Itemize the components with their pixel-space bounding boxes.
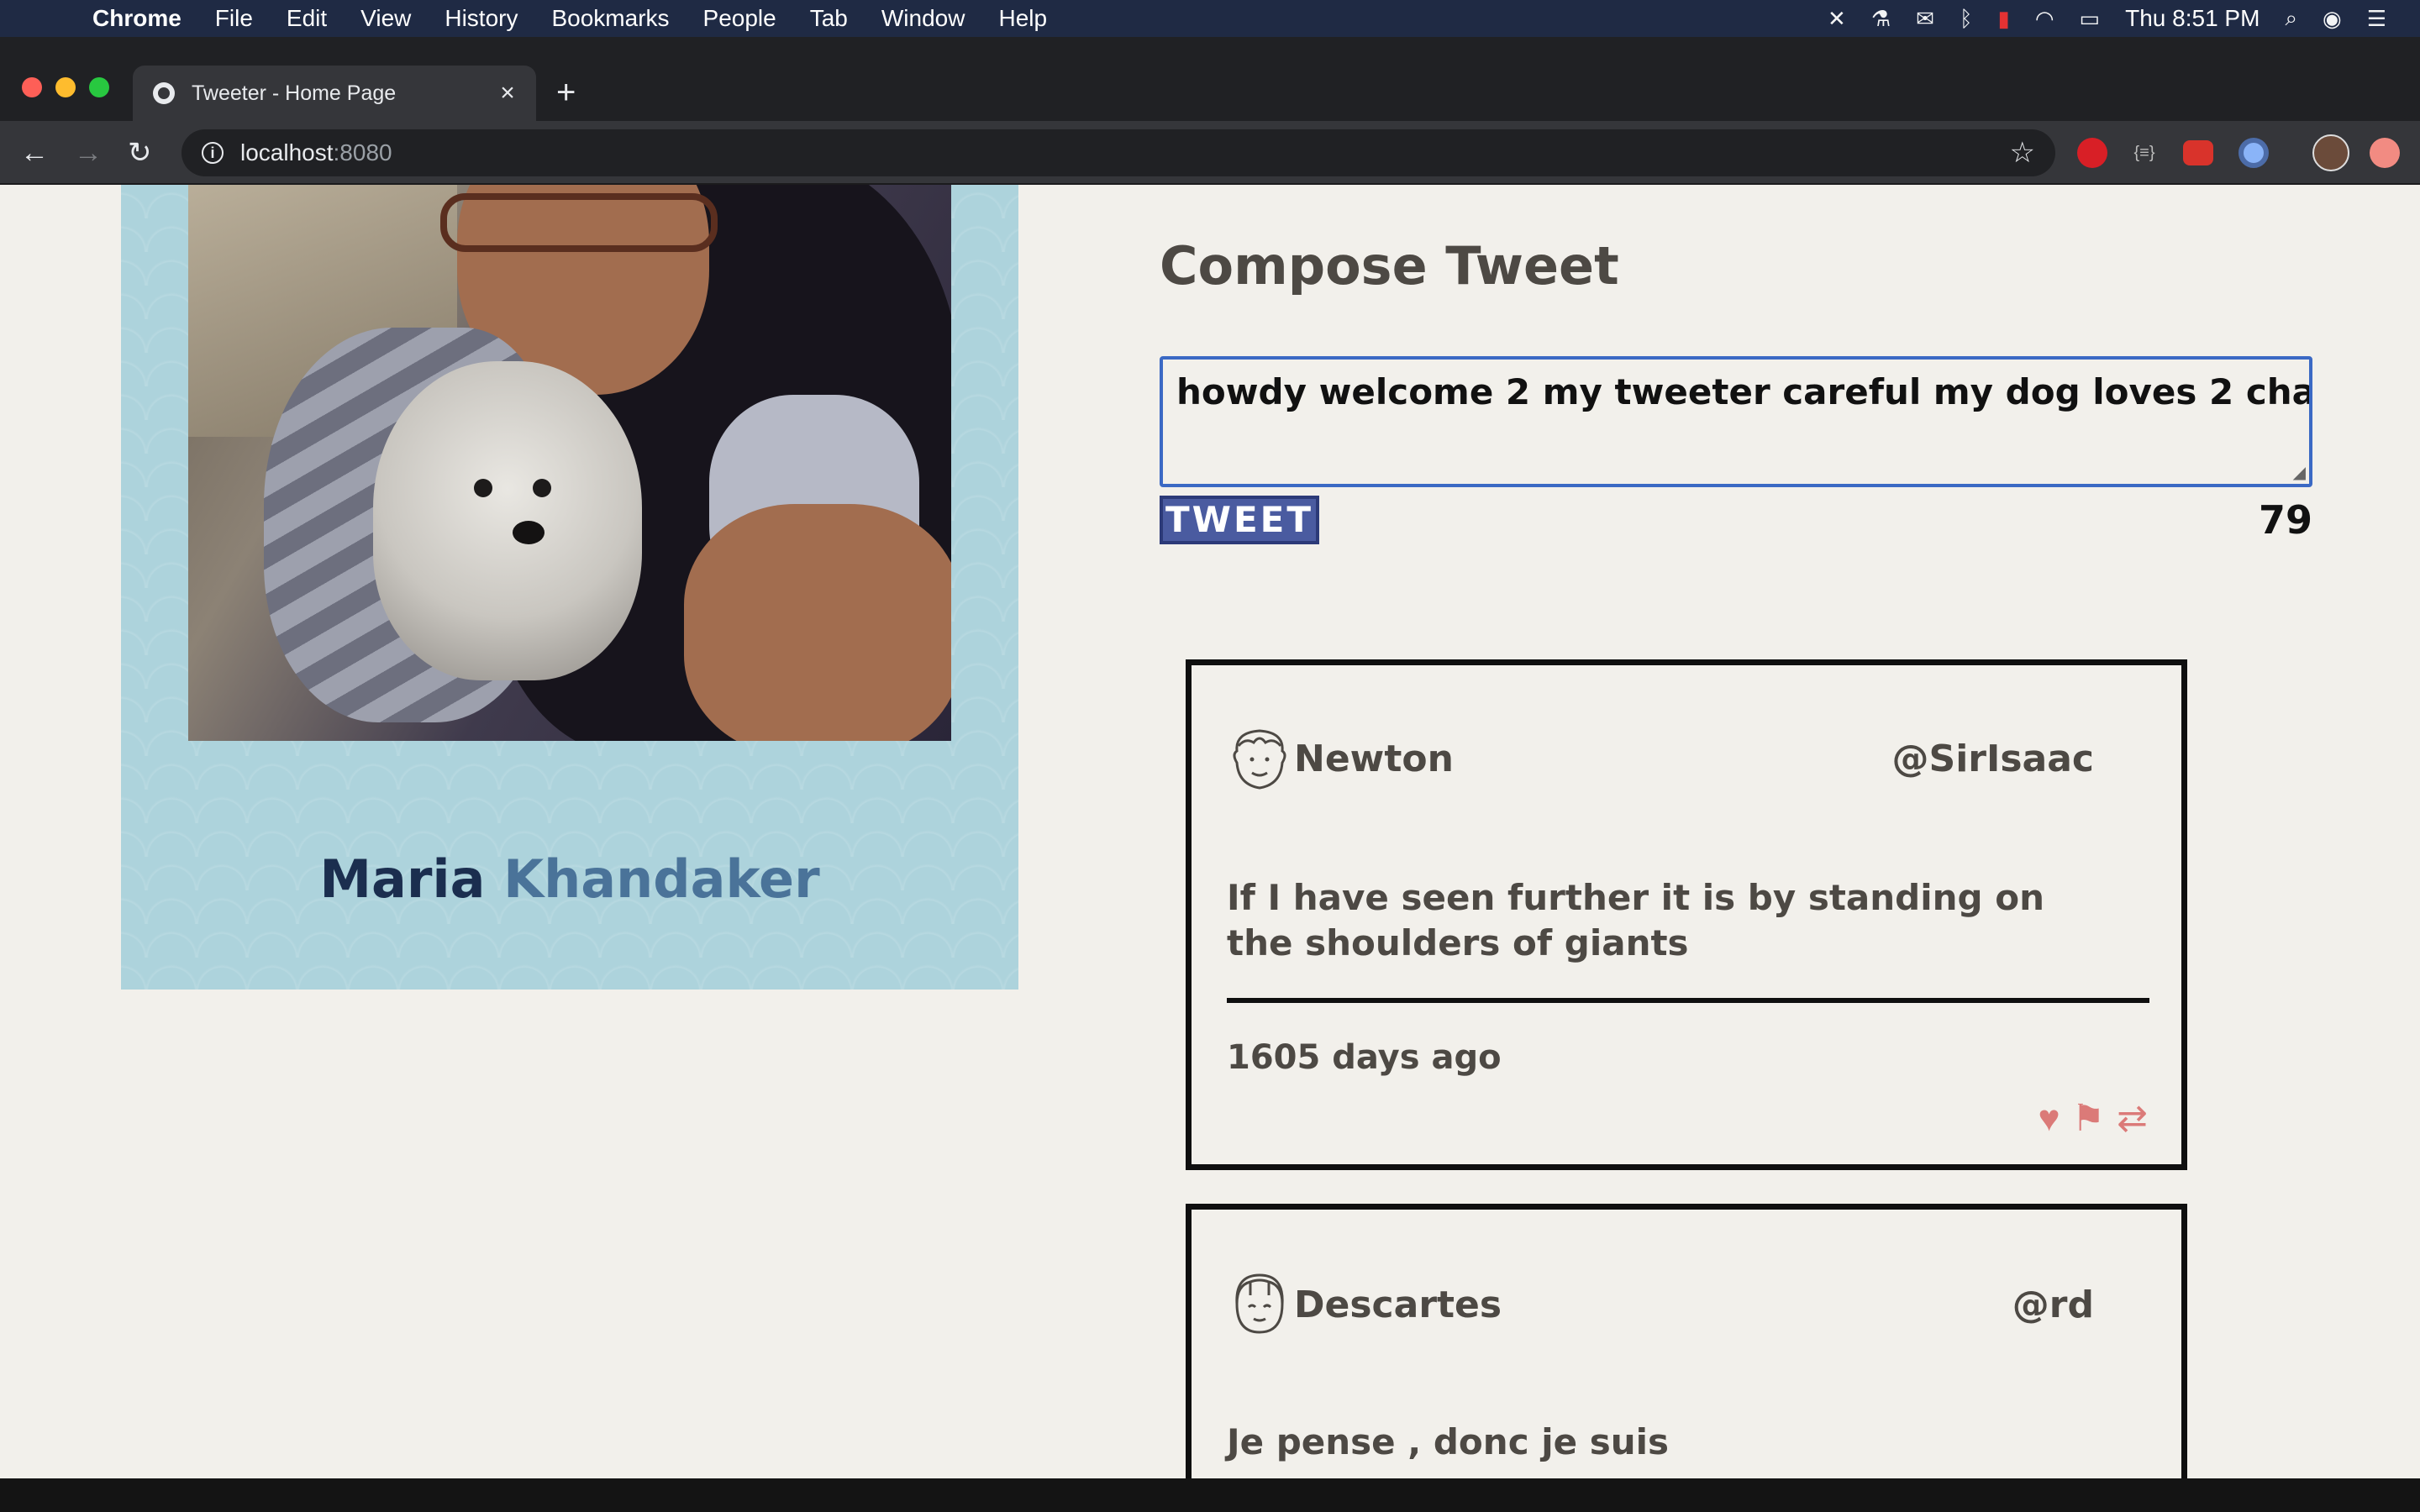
photo-dog: [373, 361, 642, 680]
tweet-timestamp: 1605 days ago: [1227, 1038, 1502, 1077]
newton-avatar-icon: [1233, 729, 1286, 790]
flag-icon[interactable]: ⚑: [2072, 1099, 2105, 1139]
tweet-handle[interactable]: @rd: [2012, 1284, 2094, 1326]
tweet-textarea[interactable]: howdy welcome 2 my tweeter careful my do…: [1160, 356, 2312, 487]
menu-people[interactable]: People: [703, 5, 776, 32]
resize-grip-icon[interactable]: ◢: [2293, 462, 2306, 482]
url-host: localhost: [240, 139, 334, 165]
battery-icon[interactable]: ▭: [2080, 6, 2101, 32]
retweet-icon[interactable]: ⇄: [2117, 1099, 2148, 1139]
profile-first-name: Maria: [319, 848, 486, 910]
browser-tab-active[interactable]: Tweeter - Home Page ×: [133, 66, 536, 121]
mute-icon[interactable]: ✕: [1828, 6, 1846, 32]
photo-hand: [684, 504, 951, 741]
menu-edit[interactable]: Edit: [287, 5, 327, 32]
profile-last-name: Khandaker: [503, 848, 820, 910]
profile-name: Maria Khandaker: [121, 848, 1018, 910]
photo-dog-nose: [513, 521, 544, 544]
compose-title: Compose Tweet: [1160, 235, 1619, 297]
bluetooth-icon[interactable]: ᛒ: [1960, 6, 1973, 32]
wifi-icon[interactable]: ◠: [2035, 6, 2054, 32]
menu-tab[interactable]: Tab: [810, 5, 848, 32]
profile-avatar[interactable]: [2312, 134, 2349, 171]
window-zoom-button[interactable]: [89, 77, 109, 97]
flask-icon[interactable]: ⚗: [1871, 6, 1891, 32]
json-formatter-extension-icon[interactable]: {≡}: [2129, 138, 2160, 168]
tweet-body: If I have seen further it is by standing…: [1227, 877, 2044, 963]
tweet-text: howdy welcome 2 my tweeter careful my do…: [1176, 371, 2312, 412]
tweet-button[interactable]: TWEET: [1160, 496, 1319, 544]
page-viewport: Maria Khandaker Compose Tweet howdy welc…: [0, 185, 2420, 1478]
tweet-author[interactable]: Newton: [1294, 738, 1454, 780]
tab-title: Tweeter - Home Page: [192, 81, 397, 105]
menu-history[interactable]: History: [445, 5, 518, 32]
back-button[interactable]: ←: [20, 136, 49, 170]
window-minimize-button[interactable]: [55, 77, 76, 97]
menu-bookmarks[interactable]: Bookmarks: [551, 5, 669, 32]
tweet-divider: [1227, 998, 2149, 1003]
canada-flag-icon[interactable]: ▮: [1998, 6, 2010, 32]
tweet-author[interactable]: Descartes: [1294, 1284, 1502, 1326]
new-tab-button[interactable]: +: [556, 76, 576, 109]
browser-tabstrip: Tweeter - Home Page × +: [0, 37, 2420, 121]
window-close-button[interactable]: [22, 77, 42, 97]
menubar-clock[interactable]: Thu 8:51 PM: [2125, 5, 2260, 32]
menubar-status-area: ✕ ⚗ ✉ ᛒ ▮ ◠ ▭ Thu 8:51 PM ⌕ ◉ ☰: [1828, 5, 2420, 32]
tweet-actions: ♥ ⚑ ⇄: [2039, 1099, 2148, 1139]
macos-menubar: Chrome File Edit View History Bookmarks …: [0, 0, 2420, 37]
mail-icon[interactable]: ✉: [1916, 6, 1934, 32]
tweet-handle[interactable]: @SirIsaac: [1892, 738, 2095, 780]
profile-panel: Maria Khandaker: [121, 185, 1018, 990]
profile-photo: [188, 185, 951, 741]
notification-center-icon[interactable]: ☰: [2367, 6, 2386, 32]
camera-extension-icon[interactable]: [2238, 138, 2269, 168]
spotlight-search-icon[interactable]: ⌕: [2285, 5, 2297, 32]
photo-dog-eye: [533, 479, 551, 497]
url-port: :8080: [333, 139, 392, 165]
screen-bottom-edge: [0, 1478, 2420, 1512]
site-info-icon[interactable]: i: [202, 142, 224, 164]
tab-close-icon[interactable]: ×: [491, 79, 524, 108]
globe-icon: [153, 82, 175, 104]
browser-toolbar: ← → ↻ i localhost:8080 ☆ {≡}: [0, 121, 2420, 185]
descartes-avatar-icon: [1235, 1273, 1284, 1334]
tweet-body: Je pense , donc je suis: [1227, 1421, 1670, 1462]
tweet-card: Newton @SirIsaac If I have seen further …: [1186, 659, 2187, 1170]
forward-button[interactable]: →: [74, 136, 103, 170]
photo-glasses: [440, 193, 718, 252]
address-bar[interactable]: i localhost:8080 ☆: [182, 129, 2055, 176]
menu-help[interactable]: Help: [998, 5, 1047, 32]
menu-view[interactable]: View: [360, 5, 411, 32]
adblock-extension-icon[interactable]: [2077, 138, 2107, 168]
tweet-card: Descartes @rd Je pense , donc je suis: [1186, 1204, 2187, 1478]
bookmark-star-icon[interactable]: ☆: [2010, 136, 2035, 170]
chrome-update-icon[interactable]: [2370, 138, 2400, 168]
char-counter: 79: [2258, 497, 2312, 543]
menu-window[interactable]: Window: [881, 5, 965, 32]
photo-dog-eye: [474, 479, 492, 497]
menu-app-name[interactable]: Chrome: [92, 5, 182, 32]
menu-file[interactable]: File: [215, 5, 253, 32]
heart-icon[interactable]: ♥: [2039, 1099, 2060, 1139]
reload-button[interactable]: ↻: [128, 136, 152, 170]
siri-icon[interactable]: ◉: [2323, 6, 2342, 32]
video-extension-icon[interactable]: [2183, 140, 2213, 165]
